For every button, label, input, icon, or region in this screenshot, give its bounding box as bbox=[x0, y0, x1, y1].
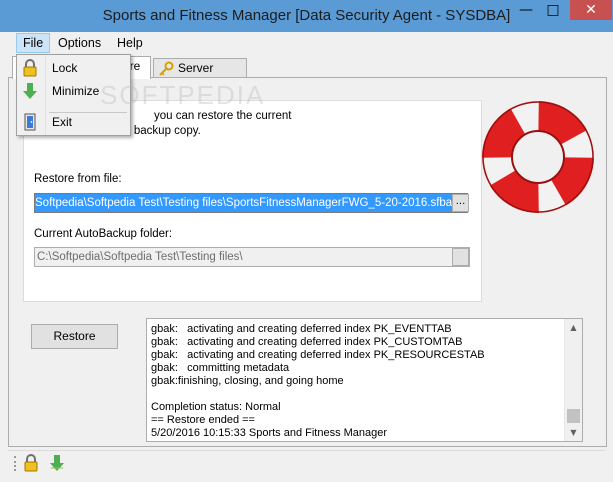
log-line: gbak: activating and creating deferred i… bbox=[151, 349, 485, 361]
restore-button[interactable]: Restore bbox=[31, 324, 118, 349]
menu-help[interactable]: Help bbox=[111, 34, 149, 52]
log-line: gbak: committing metadata bbox=[151, 362, 290, 374]
menu-item-exit[interactable]: Exit bbox=[17, 111, 130, 133]
minimize-button[interactable]: — bbox=[513, 0, 539, 20]
log-line: gbak:finishing, closing, and going home bbox=[151, 375, 344, 387]
key-icon bbox=[159, 61, 174, 76]
scroll-thumb[interactable] bbox=[567, 409, 580, 423]
tab-server-users[interactable]: Server Users bbox=[153, 58, 247, 94]
log-line: gbak: activating and creating deferred i… bbox=[151, 323, 452, 335]
close-button[interactable]: ✕ bbox=[570, 0, 612, 20]
lifebuoy-icon bbox=[482, 101, 594, 213]
scroll-down-icon[interactable]: ▼ bbox=[565, 424, 582, 441]
menu-item-exit-label: Exit bbox=[52, 115, 73, 129]
log-lines: gbak: activating and creating deferred i… bbox=[147, 323, 565, 440]
restore-from-value: Softpedia\Softpedia Test\Testing files\S… bbox=[35, 194, 467, 212]
menu-item-lock-label: Lock bbox=[52, 61, 78, 75]
restore-from-input[interactable]: Softpedia\Softpedia Test\Testing files\S… bbox=[34, 193, 468, 213]
browse-file-button[interactable]: ... bbox=[452, 194, 469, 212]
menu-options[interactable]: Options bbox=[52, 34, 107, 52]
lock-icon[interactable] bbox=[22, 454, 40, 472]
menu-file[interactable]: File bbox=[16, 33, 51, 53]
restore-from-label: Restore from file: bbox=[34, 173, 122, 185]
log-scrollbar[interactable]: ▲ ▼ bbox=[564, 319, 582, 441]
autobackup-label: Current AutoBackup folder: bbox=[34, 228, 173, 240]
browse-folder-button bbox=[452, 248, 469, 266]
menu-item-lock[interactable]: Lock bbox=[17, 57, 130, 79]
autobackup-input: C:\Softpedia\Softpedia Test\Testing file… bbox=[34, 247, 470, 267]
lock-icon bbox=[23, 59, 37, 77]
arrow-down-icon bbox=[23, 83, 37, 99]
watermark: SOFTPEDIA bbox=[100, 80, 266, 110]
toolbar-grip[interactable] bbox=[14, 456, 19, 471]
scroll-up-icon[interactable]: ▲ bbox=[565, 319, 582, 336]
status-bar bbox=[8, 450, 605, 475]
title-bar[interactable]: Sports and Fitness Manager [Data Securit… bbox=[0, 0, 613, 32]
log-line: Completion status: Normal bbox=[151, 401, 281, 413]
arrow-down-icon[interactable] bbox=[48, 454, 66, 472]
log-line: gbak: activating and creating deferred i… bbox=[151, 336, 463, 348]
log-output[interactable]: gbak: activating and creating deferred i… bbox=[146, 318, 583, 442]
log-line: == Restore ended == bbox=[151, 414, 255, 426]
app-window: Sports and Fitness Manager [Data Securit… bbox=[0, 0, 613, 482]
exit-door-icon bbox=[24, 113, 36, 131]
log-line: 5/20/2016 10:15:33 Sports and Fitness Ma… bbox=[151, 427, 388, 439]
menu-item-minimize-label: Minimize bbox=[52, 84, 100, 98]
menu-bar: File Options Help bbox=[8, 32, 605, 54]
maximize-button[interactable]: □ bbox=[540, 0, 566, 20]
